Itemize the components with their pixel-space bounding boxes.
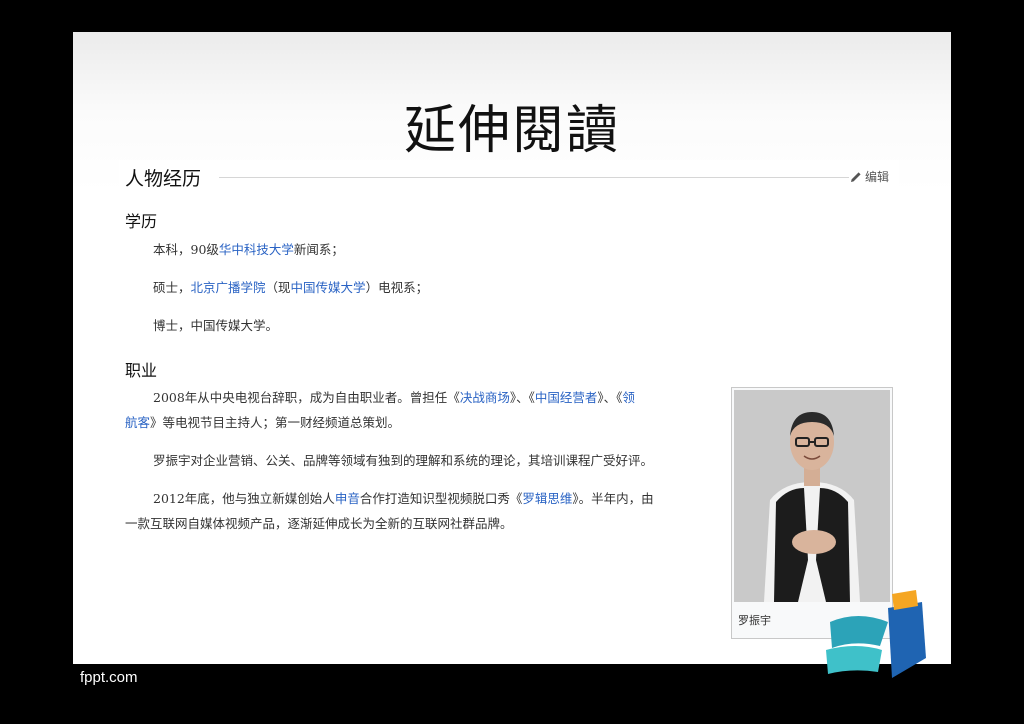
edit-link[interactable]: 编辑 xyxy=(850,168,889,185)
career-heading: 职业 xyxy=(125,361,158,380)
link-bbi[interactable]: 北京广播学院 xyxy=(191,280,266,295)
link-cuc[interactable]: 中国传媒大学 xyxy=(291,280,366,295)
education-heading: 学历 xyxy=(125,212,158,231)
education-item: 硕士，北京广播学院（现中国传媒大学）电视系； xyxy=(153,280,429,295)
template-logo xyxy=(818,588,930,688)
edit-label: 编辑 xyxy=(864,170,889,184)
portrait-photo xyxy=(734,390,890,602)
career-paragraph: 2012年底，他与独立新媒创始人申音合作打造知识型视频脱口秀《罗辑思维》。半年内… xyxy=(153,491,654,506)
link-juezhan[interactable]: 决战商场 xyxy=(460,390,510,405)
career-paragraph: 罗振宇对企业营销、公关、品牌等领域有独到的理解和系统的理论，其培训课程广受好评。 xyxy=(153,453,654,468)
pencil-icon xyxy=(850,171,862,183)
career-paragraph: 2008年从中央电视台辞职，成为自由职业者。曾担任《决战商场》、《中国经营者》、… xyxy=(153,390,635,405)
link-jingyingzhe[interactable]: 中国经营者 xyxy=(535,390,598,405)
link-linghang[interactable]: 领 xyxy=(622,390,635,405)
link-linghang-cont[interactable]: 航客 xyxy=(125,415,150,430)
career-paragraph-cont: 航客》等电视节目主持人；第一财经频道总策划。 xyxy=(125,415,401,430)
figure-caption: 罗振宇 xyxy=(738,614,771,627)
education-item: 博士，中国传媒大学。 xyxy=(153,318,279,333)
article-screenshot: 人物经历 编辑 学历 本科，90级华中科技大学新闻系； 硕士，北京广播学院（现中… xyxy=(119,160,899,639)
education-item: 本科，90级华中科技大学新闻系； xyxy=(153,242,344,257)
career-paragraph-cont: 一款互联网自媒体视频产品，逐渐延伸成长为全新的互联网社群品牌。 xyxy=(125,516,513,531)
link-luojisiwei[interactable]: 罗辑思维 xyxy=(522,491,572,506)
slide: 延伸閱讀 人物经历 编辑 学历 本科，90级华中科技大学新闻系； 硕士，北京广播… xyxy=(73,32,951,664)
link-hust[interactable]: 华中科技大学 xyxy=(219,242,294,257)
section-heading: 人物经历 xyxy=(125,168,202,190)
section-divider xyxy=(219,177,849,178)
footer-brand: fppt.com xyxy=(80,669,138,686)
link-shenyin[interactable]: 申音 xyxy=(335,491,360,506)
slide-title: 延伸閱讀 xyxy=(403,101,620,161)
